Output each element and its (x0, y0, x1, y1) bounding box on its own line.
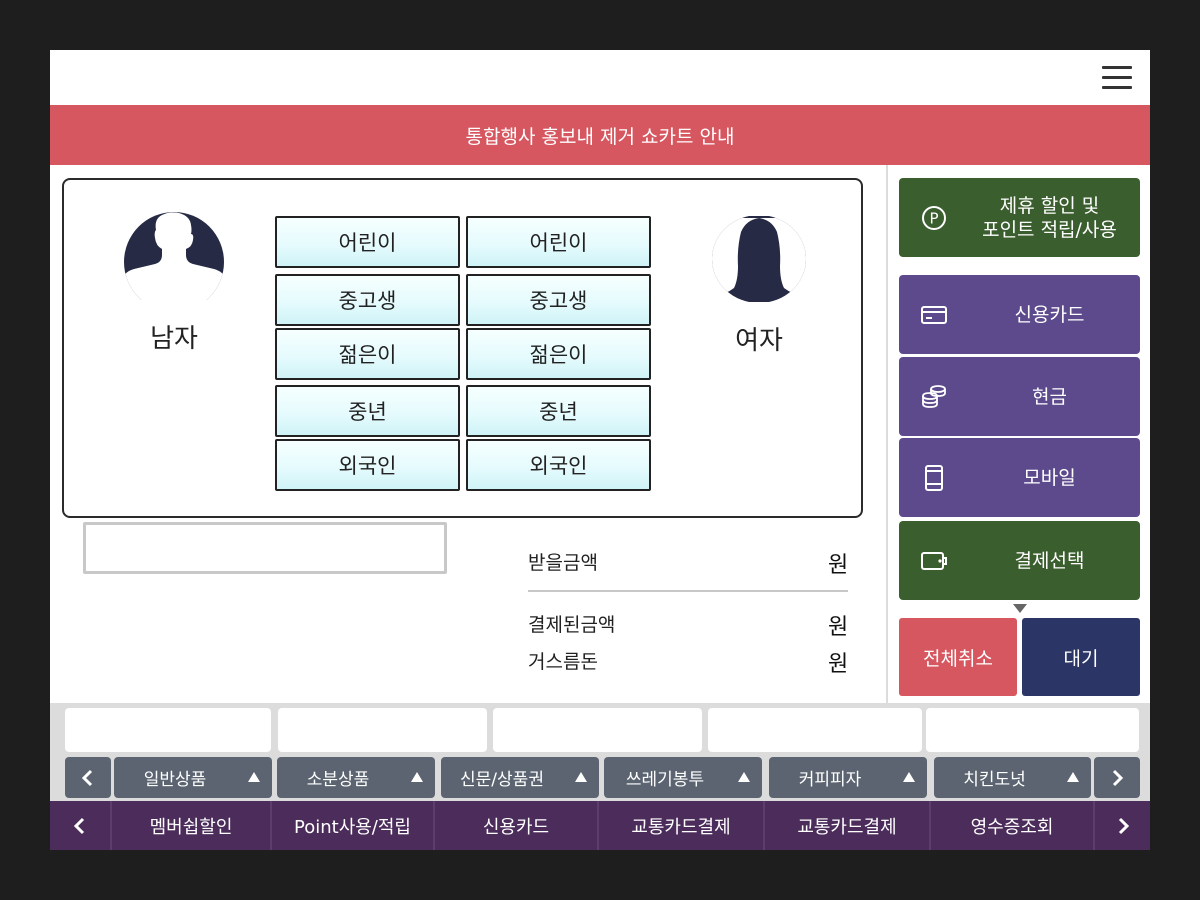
mobile-label: 모바일 (1023, 466, 1076, 489)
female-teens-button[interactable]: 중고생 (466, 274, 651, 326)
partner-line2: 포인트 적립/사용 (982, 218, 1117, 241)
amount-divider (528, 590, 848, 592)
chevron-left-icon (73, 817, 85, 834)
female-young-adults-button[interactable]: 젊은이 (466, 328, 651, 380)
wallet-icon (919, 546, 949, 576)
male-label: 남자 (150, 324, 198, 354)
female-children-button[interactable]: 어린이 (466, 216, 651, 268)
credit-card-icon (919, 300, 949, 330)
category-prev-button[interactable] (65, 757, 111, 798)
triangle-up-icon (411, 771, 423, 782)
point-p-icon: P (919, 203, 949, 233)
shortcut-slot-2[interactable] (278, 708, 487, 752)
female-label: 여자 (735, 326, 783, 356)
category-label: 신문/상품권 (460, 770, 544, 790)
caret-down-icon (1013, 604, 1027, 613)
bottom-menu-bar: 멤버쉽할인 Point사용/적립 신용카드 교통카드결제 교통카드결제 영수증조… (50, 801, 1150, 850)
input-box[interactable] (83, 522, 447, 574)
point-use-button[interactable]: Point사용/적립 (272, 801, 435, 850)
category-label: 치킨도넛 (963, 770, 1026, 790)
male-teens-button[interactable]: 중고생 (275, 274, 460, 326)
male-children-button[interactable]: 어린이 (275, 216, 460, 268)
customer-type-panel: 남자 여자 어린이 중고생 젊은이 중년 외국인 어린이 중고생 젊은이 중년 … (62, 178, 863, 518)
chevron-right-icon (1118, 817, 1129, 834)
triangle-up-icon (903, 771, 915, 782)
chevron-left-icon (81, 769, 93, 786)
category-coffee-pizza-button[interactable]: 커피피자 (769, 757, 927, 798)
triangle-up-icon (738, 771, 750, 782)
female-foreigner-button[interactable]: 외국인 (466, 439, 651, 491)
receivable-unit: 원 (828, 553, 849, 578)
triangle-up-icon (575, 771, 587, 782)
mobile-button[interactable]: 모바일 (899, 438, 1140, 517)
category-general-button[interactable]: 일반상품 (114, 757, 272, 798)
notice-banner[interactable]: 통합행사 홍보내 제거 쇼카트 안내 (50, 105, 1150, 165)
receivable-label: 받을금액 (528, 552, 598, 574)
category-label: 일반상품 (143, 770, 207, 790)
wait-button[interactable]: 대기 (1022, 618, 1140, 696)
credit-card-label: 신용카드 (1014, 303, 1085, 326)
hamburger-menu-icon[interactable] (1102, 66, 1132, 90)
cancel-all-button[interactable]: 전체취소 (899, 618, 1017, 696)
coins-icon (919, 382, 949, 412)
category-chicken-donut-button[interactable]: 치킨도넛 (934, 757, 1091, 798)
payment-select-button[interactable]: 결제선택 (899, 521, 1140, 600)
payment-select-label: 결제선택 (1014, 549, 1085, 572)
category-label: 쓰레기봉투 (625, 770, 705, 790)
category-label: 소분상품 (306, 770, 370, 790)
male-middle-aged-button[interactable]: 중년 (275, 385, 460, 437)
mobile-phone-icon (919, 463, 949, 493)
pos-screen: 통합행사 홍보내 제거 쇼카트 안내 남자 여자 어린이 중고생 젊은이 중년 … (50, 50, 1150, 850)
shortcut-slot-3[interactable] (493, 708, 702, 752)
female-avatar-icon (712, 216, 806, 302)
shortcut-slot-4[interactable] (708, 708, 922, 752)
shortcut-slot-5[interactable] (926, 708, 1139, 752)
triangle-up-icon (1067, 771, 1079, 782)
cash-button[interactable]: 현금 (899, 357, 1140, 436)
cash-label: 현금 (1032, 385, 1067, 408)
female-middle-aged-button[interactable]: 중년 (466, 385, 651, 437)
male-avatar-icon (124, 212, 224, 300)
male-young-adults-button[interactable]: 젊은이 (275, 328, 460, 380)
female-section: 여자 (694, 216, 824, 357)
vertical-divider (886, 165, 888, 703)
category-trash-bag-button[interactable]: 쓰레기봉투 (604, 757, 762, 798)
shortcut-slot-1[interactable] (65, 708, 271, 752)
chevron-right-icon (1112, 769, 1124, 786)
top-bar (50, 50, 1150, 105)
membership-discount-button[interactable]: 멤버쉽할인 (112, 801, 272, 850)
change-label: 거스름돈 (528, 651, 598, 673)
partner-line1: 제휴 할인 및 (999, 194, 1100, 217)
svg-text:P: P (929, 209, 938, 227)
shortcut-tray: 일반상품 소분상품 신문/상품권 쓰레기봉투 커피피자 치킨도넛 (50, 703, 1150, 801)
category-bulk-button[interactable]: 소분상품 (277, 757, 435, 798)
credit-card-button[interactable]: 신용카드 (899, 275, 1140, 354)
paid-unit: 원 (828, 615, 849, 640)
bottom-credit-card-button[interactable]: 신용카드 (435, 801, 599, 850)
category-next-button[interactable] (1094, 757, 1140, 798)
triangle-up-icon (248, 771, 260, 782)
category-label: 커피피자 (798, 770, 862, 790)
transit-card-payment-button-2[interactable]: 교통카드결제 (765, 801, 931, 850)
category-newspaper-button[interactable]: 신문/상품권 (441, 757, 599, 798)
partner-discount-button[interactable]: P 제휴 할인 및 포인트 적립/사용 (899, 178, 1140, 257)
receipt-lookup-button[interactable]: 영수증조회 (931, 801, 1095, 850)
male-foreigner-button[interactable]: 외국인 (275, 439, 460, 491)
change-unit: 원 (828, 652, 849, 677)
male-section: 남자 (109, 212, 239, 355)
transit-card-payment-button[interactable]: 교통카드결제 (599, 801, 765, 850)
paid-label: 결제된금액 (528, 614, 616, 636)
bottom-next-button[interactable] (1095, 801, 1150, 850)
bottom-prev-button[interactable] (50, 801, 112, 850)
